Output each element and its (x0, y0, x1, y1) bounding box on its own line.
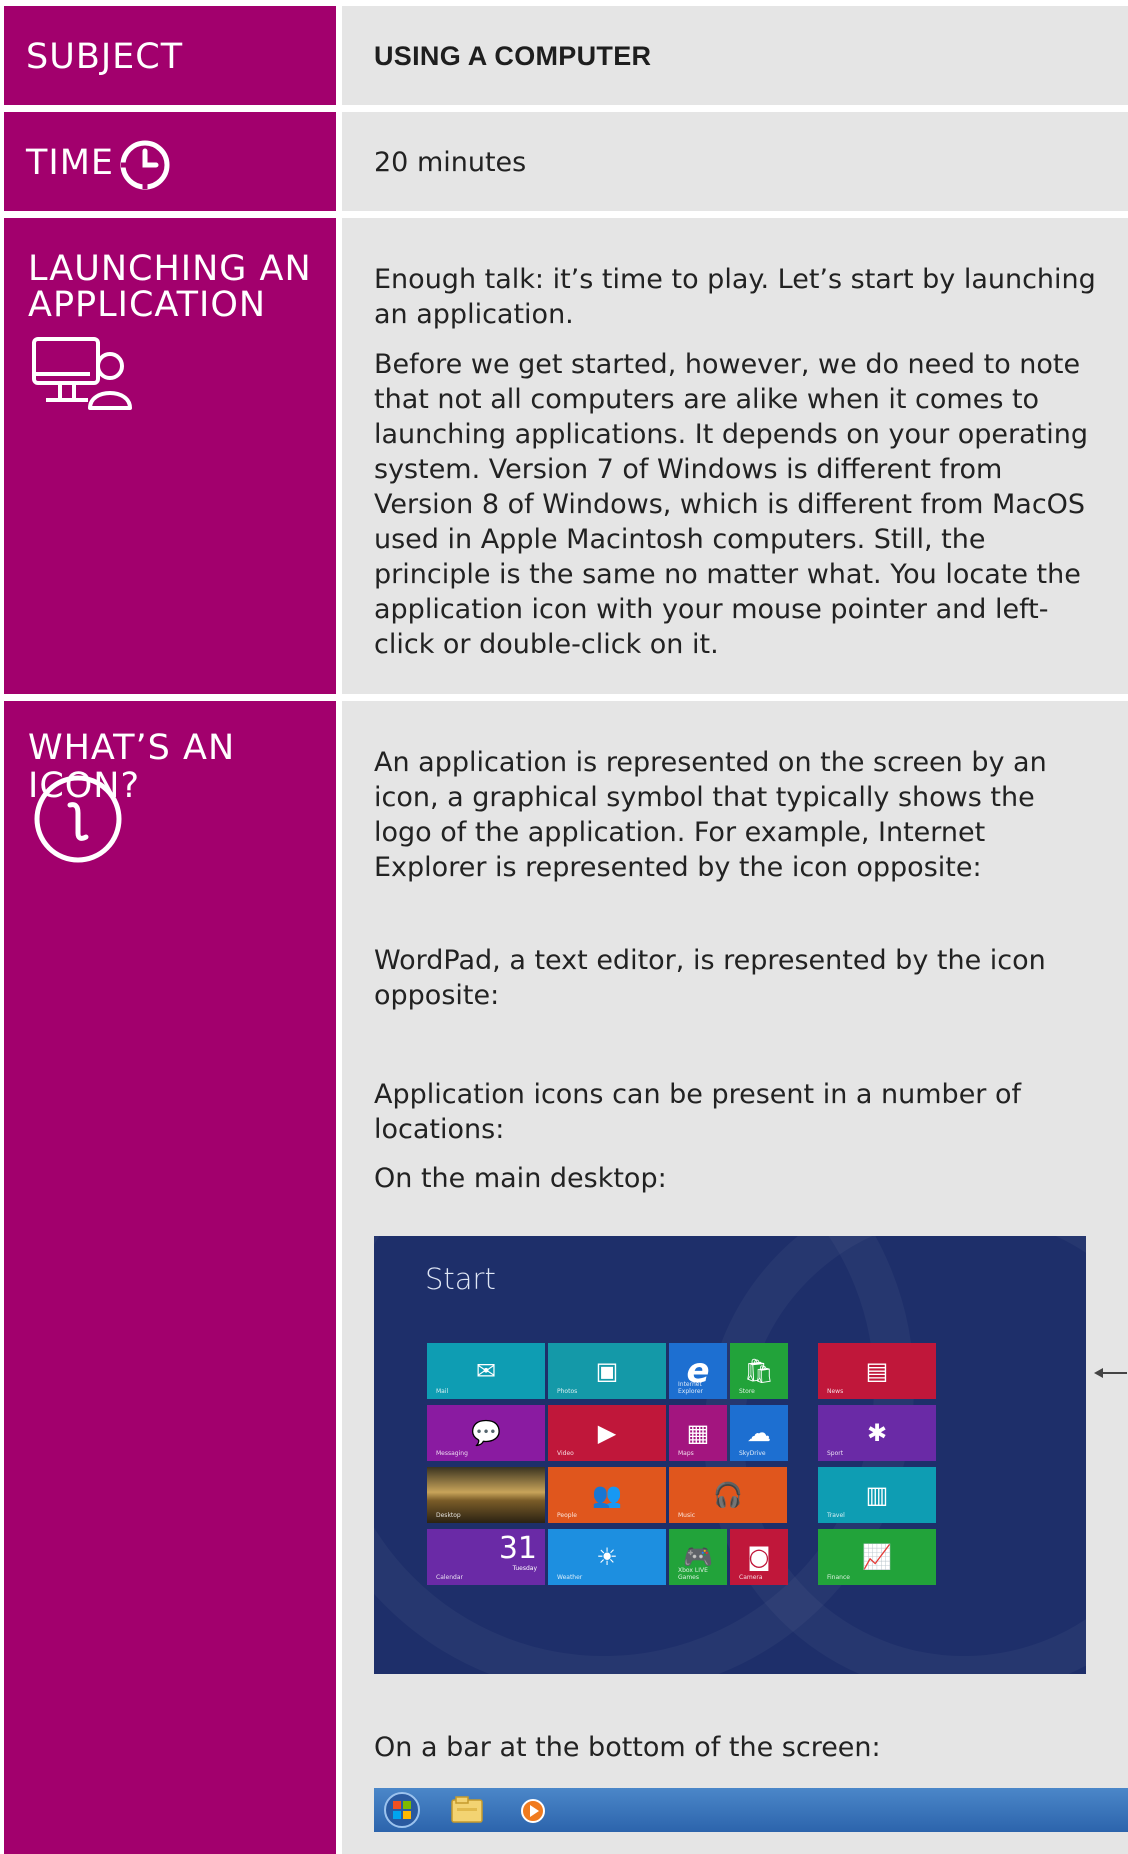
time-label: TIME (26, 143, 115, 183)
start-tile[interactable]: 🎧 Music (669, 1467, 787, 1523)
start-tile[interactable]: 🛍 Store (730, 1343, 788, 1399)
video-icon: ▶ (597, 1419, 617, 1447)
store-icon: 🛍 (743, 1357, 775, 1385)
desktop-paragraph: On the main desktop: (374, 1163, 667, 1194)
start-tile[interactable]: ☀ Weather (548, 1529, 666, 1585)
start-tile[interactable]: 🎮 Xbox LIVE Games (669, 1529, 727, 1585)
start-tile[interactable]: ▣ Photos (548, 1343, 666, 1399)
start-tile[interactable]: ✱ Sport (818, 1405, 936, 1461)
start-tile[interactable]: ◙ Camera (730, 1529, 788, 1585)
tile-label: Finance (827, 1574, 850, 1581)
news-icon: ▤ (865, 1357, 889, 1385)
music-icon: 🎧 (713, 1481, 743, 1509)
skydrive-icon: ☁ (747, 1419, 771, 1447)
start-tile[interactable]: 💬 Messaging (427, 1405, 545, 1461)
mail-icon: ✉ (475, 1357, 497, 1385)
tile-label: People (557, 1512, 577, 1519)
launching-label-line2: APPLICATION (28, 285, 267, 325)
subject-label: SUBJECT (26, 37, 184, 77)
tile-label: Photos (557, 1388, 578, 1395)
start-tile[interactable]: ☁ SkyDrive (730, 1405, 788, 1461)
arrow-icon (1094, 1368, 1127, 1378)
tile-label: Store (739, 1388, 755, 1395)
start-tile[interactable]: 31 Tuesday Calendar (427, 1529, 545, 1585)
tile-label: Video (557, 1450, 574, 1457)
file-explorer-icon[interactable] (450, 1796, 484, 1824)
tile-label: Maps (678, 1450, 694, 1457)
launching-paragraph: Before we get started, however, we do ne… (374, 349, 1089, 660)
tile-label: Xbox LIVE Games (678, 1567, 708, 1581)
subject-value-cell: USING A COMPUTER (342, 6, 1128, 105)
taskbar-paragraph: On a bar at the bottom of the screen: (374, 1732, 881, 1763)
clock-icon (120, 140, 170, 190)
launching-paragraph: Enough talk: it’s time to play. Let’s st… (374, 264, 1096, 330)
start-title: Start (425, 1262, 496, 1296)
finance-icon: 📈 (862, 1543, 892, 1571)
time-label-cell: TIME (4, 112, 336, 211)
start-tile[interactable]: ▶ Video (548, 1405, 666, 1461)
start-tile[interactable]: ▤ News (818, 1343, 936, 1399)
weather-icon: ☀ (596, 1543, 618, 1571)
start-tile[interactable]: 📈 Finance (818, 1529, 936, 1585)
launching-content-cell: Enough talk: it’s time to play. Let’s st… (342, 218, 1128, 694)
calendar-date: 31 (498, 1531, 537, 1566)
wordpad-icon-paragraph: WordPad, a text editor, is represented b… (374, 945, 1046, 1011)
people-icon: 👥 (592, 1481, 622, 1509)
camera-icon: ◙ (747, 1543, 771, 1571)
tile-label: Messaging (436, 1450, 468, 1457)
locations-paragraph: Application icons can be present in a nu… (374, 1079, 1022, 1145)
start-tile[interactable]: 👥 People (548, 1467, 666, 1523)
start-tile[interactable]: ▦ Maps (669, 1405, 727, 1461)
messaging-icon: 💬 (471, 1419, 501, 1447)
time-value-cell: 20 minutes (342, 112, 1128, 211)
tile-label: Music (678, 1512, 696, 1519)
tile-label: News (827, 1388, 844, 1395)
tile-label: Travel (827, 1512, 845, 1519)
tile-label: SkyDrive (739, 1450, 766, 1457)
tile-label: Mail (436, 1388, 449, 1395)
launching-label-cell: LAUNCHING AN APPLICATION (4, 218, 336, 694)
start-tile[interactable]: ▥ Travel (818, 1467, 936, 1523)
tile-label: Sport (827, 1450, 844, 1457)
start-tile[interactable]: ✉ Mail (427, 1343, 545, 1399)
subject-label-cell: SUBJECT (4, 6, 336, 105)
tile-label: Calendar (436, 1574, 463, 1581)
travel-icon: ▥ (865, 1481, 889, 1509)
tile-label: Internet Explorer (678, 1381, 703, 1395)
launching-label-line1: LAUNCHING AN (28, 249, 312, 289)
start-tile[interactable]: e Internet Explorer (669, 1343, 727, 1399)
computer-user-icon (32, 337, 132, 410)
tile-label: Weather (557, 1574, 583, 1581)
media-player-icon[interactable] (520, 1798, 546, 1824)
windows-start-screen: Start ✉ Mail ▣ Photos e Internet Explorer 🛍 Sto… (374, 1236, 1086, 1674)
windows-taskbar (374, 1788, 1128, 1832)
tile-label: Camera (739, 1574, 763, 1581)
tile-label: Desktop (436, 1512, 461, 1519)
ie-icon-paragraph: An application is represented on the scr… (374, 747, 1047, 883)
time-value: 20 minutes (374, 147, 527, 178)
info-icon (34, 775, 122, 863)
photos-icon: ▣ (595, 1357, 619, 1385)
calendar-day: Tuesday (512, 1565, 537, 1572)
maps-icon: ▦ (686, 1419, 710, 1447)
sport-icon: ✱ (866, 1419, 888, 1447)
subject-value: USING A COMPUTER (374, 41, 652, 71)
start-orb-icon[interactable] (382, 1790, 422, 1830)
start-tile[interactable]: Desktop (427, 1467, 545, 1523)
icon-section-label-cell: WHAT’S AN ICON? (4, 701, 336, 1854)
